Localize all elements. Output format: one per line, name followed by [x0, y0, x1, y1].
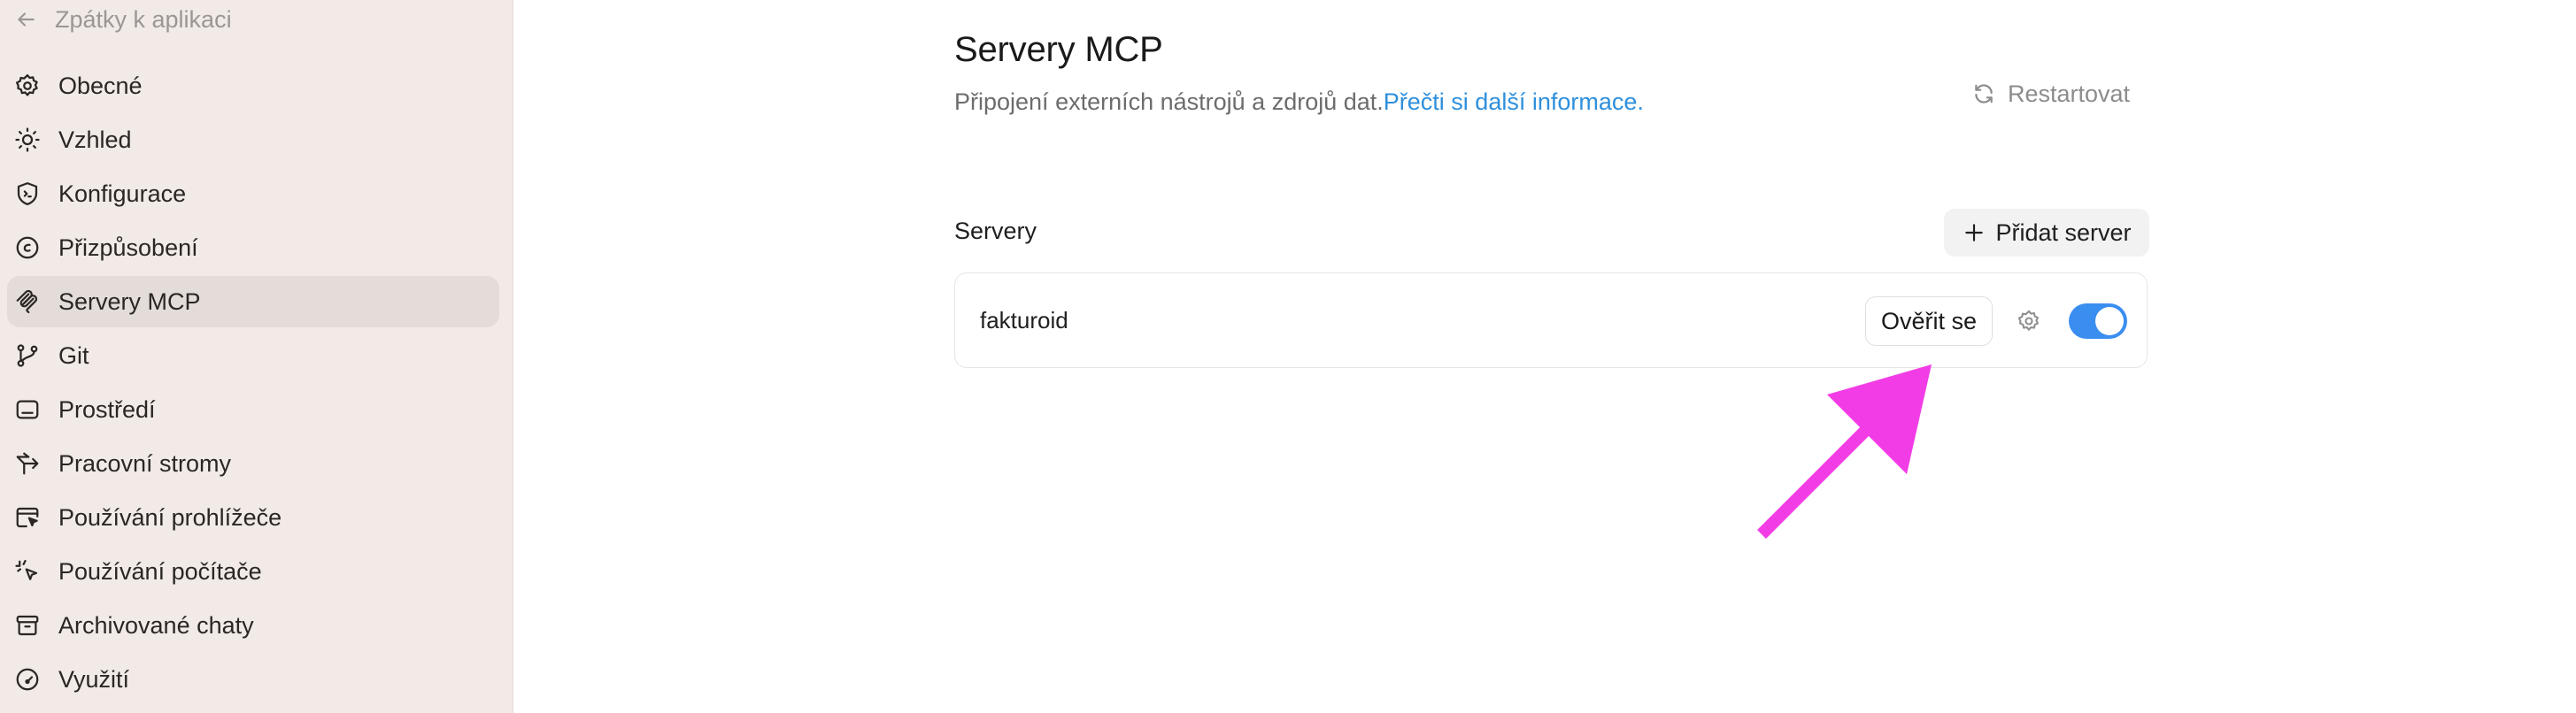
browser-cursor-icon	[14, 504, 41, 531]
worktree-icon	[14, 450, 41, 477]
back-to-app-link[interactable]: Zpátky k aplikaci	[12, 2, 232, 37]
refresh-icon	[1971, 80, 1997, 107]
sidebar-item-label: Vzhled	[58, 126, 132, 153]
restart-label: Restartovat	[2008, 80, 2131, 107]
page-subtitle: Připojení externích nástrojů a zdrojů da…	[954, 88, 1644, 116]
gear-icon	[14, 73, 41, 99]
servers-section-label: Servery	[954, 218, 1037, 244]
sidebar-item-konfigurace[interactable]: Konfigurace	[7, 168, 499, 219]
sidebar-item-servery-mcp[interactable]: Servery MCP	[7, 276, 499, 327]
toggle-knob	[2095, 307, 2124, 335]
sidebar-item-label: Konfigurace	[58, 180, 187, 207]
add-server-button[interactable]: Přidat server	[1944, 209, 2149, 257]
sidebar-item-label: Používání počítače	[58, 557, 262, 585]
sidebar-item-obecne[interactable]: Obecné	[7, 60, 499, 111]
annotation-arrow	[1757, 364, 1932, 539]
sidebar-item-label: Pracovní stromy	[58, 449, 232, 477]
sidebar: Zpátky k aplikaci Obecné Vzhled Konfigur…	[0, 0, 513, 713]
sidebar-item-vyuziti[interactable]: Využití	[7, 654, 499, 705]
arrow-left-icon	[12, 6, 39, 33]
server-name: fakturoid	[980, 307, 1068, 334]
plus-icon	[1962, 220, 1986, 245]
sidebar-item-prizpusobeni[interactable]: Přizpůsobení	[7, 222, 499, 273]
mcp-icon	[14, 288, 41, 315]
terminal-window-icon	[14, 396, 41, 423]
git-branch-icon	[14, 342, 41, 369]
back-label: Zpátky k aplikaci	[55, 5, 232, 33]
subtitle-text: Připojení externích nástrojů a zdrojů da…	[954, 88, 1384, 115]
server-settings-button[interactable]	[2015, 307, 2043, 335]
sidebar-item-label: Využití	[58, 665, 130, 693]
sidebar-item-pouzivani-prohlizece[interactable]: Používání prohlížeče	[7, 492, 499, 543]
sun-icon	[14, 126, 41, 153]
settings-window: Zpátky k aplikaci Obecné Vzhled Konfigur…	[0, 0, 2576, 713]
sidebar-item-label: Prostředí	[58, 395, 156, 423]
smile-circle-icon	[14, 234, 41, 261]
restart-button[interactable]: Restartovat	[1971, 76, 2130, 111]
learn-more-link[interactable]: Přečti si další informace.	[1384, 88, 1644, 115]
sidebar-item-label: Obecné	[58, 72, 143, 99]
shield-code-icon	[14, 180, 41, 207]
sidebar-item-label: Archivované chaty	[58, 611, 254, 639]
server-enabled-toggle[interactable]	[2069, 303, 2127, 339]
gear-icon	[2017, 309, 2041, 334]
add-server-label: Přidat server	[1995, 218, 2132, 246]
page-title: Servery MCP	[954, 30, 1163, 69]
sidebar-item-label: Přizpůsobení	[58, 234, 198, 261]
cursor-click-icon	[14, 558, 41, 585]
verify-button[interactable]: Ověřit se	[1865, 296, 1993, 346]
sidebar-item-label: Servery MCP	[58, 288, 201, 315]
sidebar-item-archivovane-chaty[interactable]: Archivované chaty	[7, 600, 499, 651]
sidebar-item-vzhled[interactable]: Vzhled	[7, 114, 499, 165]
sidebar-item-git[interactable]: Git	[7, 330, 499, 381]
sidebar-item-pouzivani-pocitace[interactable]: Používání počítače	[7, 546, 499, 597]
gauge-icon	[14, 666, 41, 693]
sidebar-item-label: Používání prohlížeče	[58, 503, 282, 531]
sidebar-item-prostredi[interactable]: Prostředí	[7, 384, 499, 435]
sidebar-item-label: Git	[58, 341, 89, 369]
sidebar-item-pracovni-stromy[interactable]: Pracovní stromy	[7, 438, 499, 489]
server-row: fakturoid Ověřit se	[954, 272, 2148, 368]
archive-icon	[14, 612, 41, 639]
